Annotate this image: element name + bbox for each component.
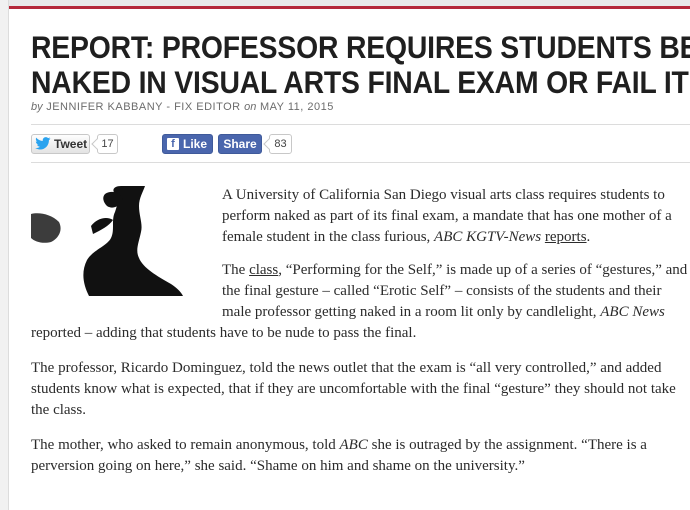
source-abc-news: ABC News	[600, 304, 665, 320]
twitter-bird-icon	[35, 137, 51, 150]
divider-top	[31, 124, 690, 125]
byline-by: by	[31, 101, 43, 113]
reports-link[interactable]: reports	[545, 229, 587, 245]
headline-line-1: REPORT: PROFESSOR REQUIRES STUDENTS BE	[31, 29, 690, 65]
article-headline: REPORT: PROFESSOR REQUIRES STUDENTS BE N…	[31, 30, 690, 100]
source-abc-kgtv: ABC KGTV-News	[434, 229, 542, 245]
byline: by JENNIFER KABBANY - FIX EDITOR on MAY …	[31, 101, 334, 113]
author-link[interactable]: JENNIFER KABBANY - FIX EDITOR	[46, 101, 240, 113]
paragraph-4: The mother, who asked to remain anonymou…	[31, 437, 647, 474]
facebook-f-icon: f	[167, 138, 179, 150]
tweet-button[interactable]: Tweet	[31, 134, 90, 154]
like-label: Like	[183, 137, 208, 151]
tweet-count: 17	[97, 134, 118, 154]
facebook-share-button[interactable]: Share	[218, 134, 262, 154]
publish-date: MAY 11, 2015	[259, 101, 334, 113]
class-link[interactable]: class	[249, 262, 278, 278]
tweet-label: Tweet	[54, 137, 88, 151]
source-abc: ABC	[339, 437, 368, 453]
paragraph-3: The professor, Ricardo Dominguez, told t…	[31, 360, 676, 418]
site-header-bar	[0, 0, 690, 9]
byline-on: on	[244, 101, 257, 113]
divider-share	[31, 162, 690, 163]
page-left-edge	[0, 0, 9, 510]
headline-line-2: NAKED IN VISUAL ARTS FINAL EXAM OR FAIL …	[31, 64, 689, 100]
share-count: 83	[269, 134, 292, 154]
share-bar: Tweet 17 f Like Share 83	[31, 133, 431, 157]
facebook-like-button[interactable]: f Like	[162, 134, 213, 154]
article-body: A University of California San Diego vis…	[31, 185, 690, 477]
